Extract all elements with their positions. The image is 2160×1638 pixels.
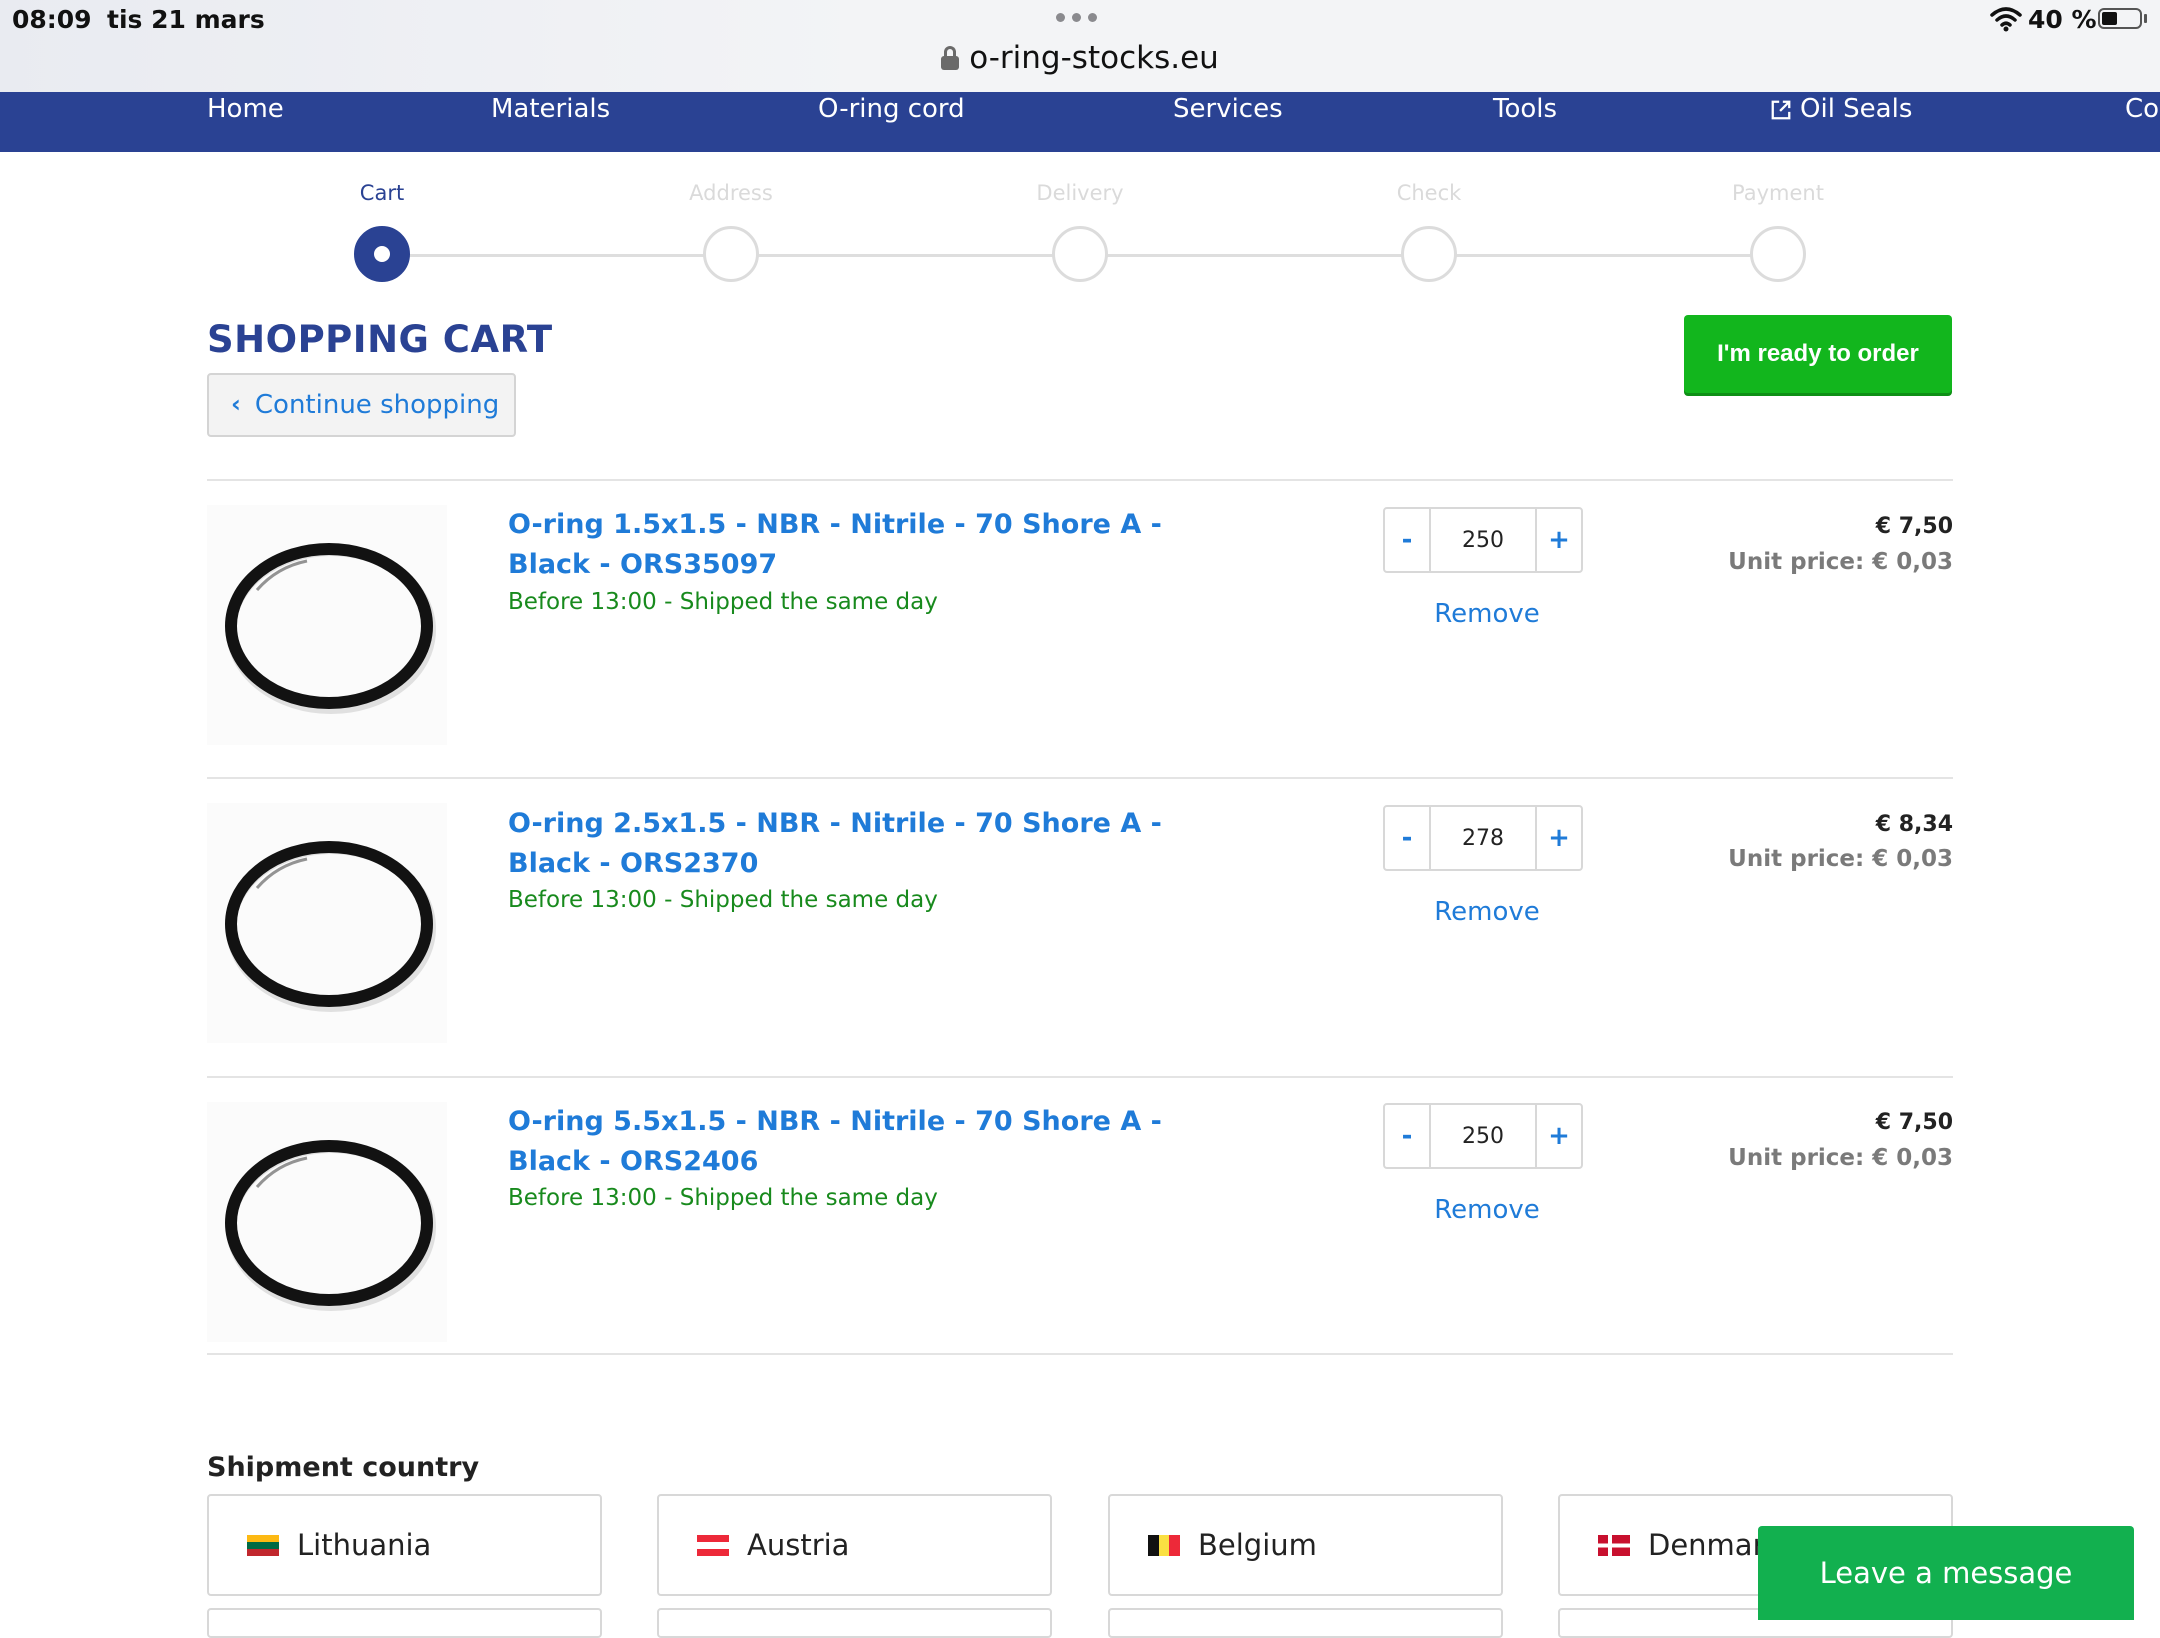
product-name-link[interactable]: O-ring 5.5x1.5 - NBR - Nitrile - 70 Shor… [508, 1102, 1238, 1182]
step-label: Payment [1732, 181, 1824, 205]
step-address-circle [703, 226, 759, 282]
shipping-note: Before 13:00 - Shipped the same day [508, 887, 938, 913]
austria-flag-icon [697, 1534, 729, 1556]
nav-item-contact[interactable]: Co [2125, 92, 2159, 152]
shipment-country-heading: Shipment country [207, 1452, 480, 1483]
status-date: tis 21 mars [107, 5, 265, 34]
step-payment-circle [1750, 226, 1806, 282]
step-label: Address [689, 181, 773, 205]
step-delivery: Delivery [980, 181, 1180, 211]
country-option[interactable] [657, 1608, 1052, 1638]
divider [207, 479, 1953, 481]
remove-item-link[interactable]: Remove [1383, 1195, 1591, 1225]
wifi-icon [1990, 7, 2022, 32]
denmark-flag-icon [1598, 1534, 1630, 1556]
remove-item-link[interactable]: Remove [1383, 599, 1591, 629]
nav-item-home[interactable]: Home [207, 92, 284, 152]
lithuania-flag-icon [247, 1534, 279, 1556]
step-check: Check [1329, 181, 1529, 211]
step-payment: Payment [1678, 181, 1878, 211]
battery-nub [2144, 14, 2147, 23]
country-option-belgium[interactable]: Belgium [1108, 1494, 1503, 1596]
address-bar[interactable]: o-ring-stocks.eu [0, 40, 2160, 76]
nav-item-tools[interactable]: Tools [1493, 92, 1557, 152]
url-text[interactable]: o-ring-stocks.eu [969, 40, 1219, 76]
nav-label: Home [207, 94, 284, 124]
nav-item-oil-seals[interactable]: Oil Seals [1770, 92, 1912, 152]
shipping-note: Before 13:00 - Shipped the same day [508, 1185, 938, 1211]
nav-item-services[interactable]: Services [1173, 92, 1283, 152]
step-delivery-circle [1052, 226, 1108, 282]
browser-menu-dots-icon[interactable] [1056, 13, 1097, 22]
status-bar: 08:09 tis 21 mars 40 % o-ring-stocks.eu [0, 0, 2160, 92]
product-image[interactable] [207, 1102, 447, 1342]
nav-item-materials[interactable]: Materials [491, 92, 610, 152]
product-image[interactable] [207, 505, 447, 745]
item-total-price: € 7,50 [1875, 1110, 1953, 1135]
increase-quantity-button[interactable]: + [1535, 805, 1583, 871]
country-option[interactable] [207, 1608, 602, 1638]
quantity-stepper: - + [1383, 1103, 1591, 1169]
external-link-icon [1771, 100, 1791, 120]
nav-label: Oil Seals [1800, 94, 1913, 124]
step-address: Address [631, 181, 831, 211]
product-name-link[interactable]: O-ring 2.5x1.5 - NBR - Nitrile - 70 Shor… [508, 804, 1238, 884]
page-title: SHOPPING CART [207, 318, 553, 361]
quantity-input[interactable] [1429, 805, 1537, 871]
step-cart: Cart [282, 181, 482, 211]
chevron-left-icon: ‹ [231, 390, 241, 418]
step-label: Cart [359, 181, 405, 205]
shipping-note: Before 13:00 - Shipped the same day [508, 589, 938, 615]
nav-label: Services [1173, 94, 1283, 124]
country-name: Austria [747, 1528, 850, 1562]
lock-icon [941, 46, 960, 70]
product-name-link[interactable]: O-ring 1.5x1.5 - NBR - Nitrile - 70 Shor… [508, 505, 1238, 585]
item-unit-price: Unit price: € 0,03 [1728, 846, 1953, 872]
country-name: Belgium [1198, 1528, 1317, 1562]
remove-item-link[interactable]: Remove [1383, 897, 1591, 927]
main-nav: Home Materials O-ring cord Services Tool… [0, 92, 2160, 152]
increase-quantity-button[interactable]: + [1535, 507, 1583, 573]
item-total-price: € 8,34 [1875, 812, 1953, 837]
battery-icon [2098, 8, 2142, 29]
nav-item-oring-cord[interactable]: O-ring cord [818, 92, 965, 152]
divider [207, 777, 1953, 779]
nav-label: Materials [491, 94, 611, 124]
divider [207, 1076, 1953, 1078]
country-option-austria[interactable]: Austria [657, 1494, 1052, 1596]
battery-percent: 40 % [2028, 5, 2097, 34]
nav-label: Co [2125, 94, 2160, 124]
status-time: 08:09 [12, 5, 92, 34]
step-check-circle [1401, 226, 1457, 282]
decrease-quantity-button[interactable]: - [1383, 507, 1431, 573]
product-image[interactable] [207, 803, 447, 1043]
item-unit-price: Unit price: € 0,03 [1728, 549, 1953, 575]
quantity-input[interactable] [1429, 507, 1537, 573]
country-option[interactable] [1108, 1608, 1503, 1638]
decrease-quantity-button[interactable]: - [1383, 805, 1431, 871]
step-cart-circle [354, 226, 410, 282]
item-total-price: € 7,50 [1875, 514, 1953, 539]
belgium-flag-icon [1148, 1534, 1180, 1556]
nav-label: O-ring cord [818, 94, 965, 124]
ready-to-order-button[interactable]: I'm ready to order [1684, 315, 1952, 393]
quantity-stepper: - + [1383, 507, 1591, 573]
decrease-quantity-button[interactable]: - [1383, 1103, 1431, 1169]
increase-quantity-button[interactable]: + [1535, 1103, 1583, 1169]
quantity-stepper: - + [1383, 805, 1591, 871]
country-name: Lithuania [297, 1528, 432, 1562]
country-option-lithuania[interactable]: Lithuania [207, 1494, 602, 1596]
leave-message-chat-button[interactable]: Leave a message [1758, 1526, 2134, 1620]
continue-shopping-label: Continue shopping [254, 390, 500, 420]
step-label: Check [1396, 181, 1462, 205]
continue-shopping-button[interactable]: ‹ Continue shopping [207, 373, 516, 437]
quantity-input[interactable] [1429, 1103, 1537, 1169]
item-unit-price: Unit price: € 0,03 [1728, 1145, 1953, 1171]
nav-label: Tools [1493, 94, 1558, 124]
step-label: Delivery [1036, 181, 1124, 205]
divider [207, 1353, 1953, 1355]
